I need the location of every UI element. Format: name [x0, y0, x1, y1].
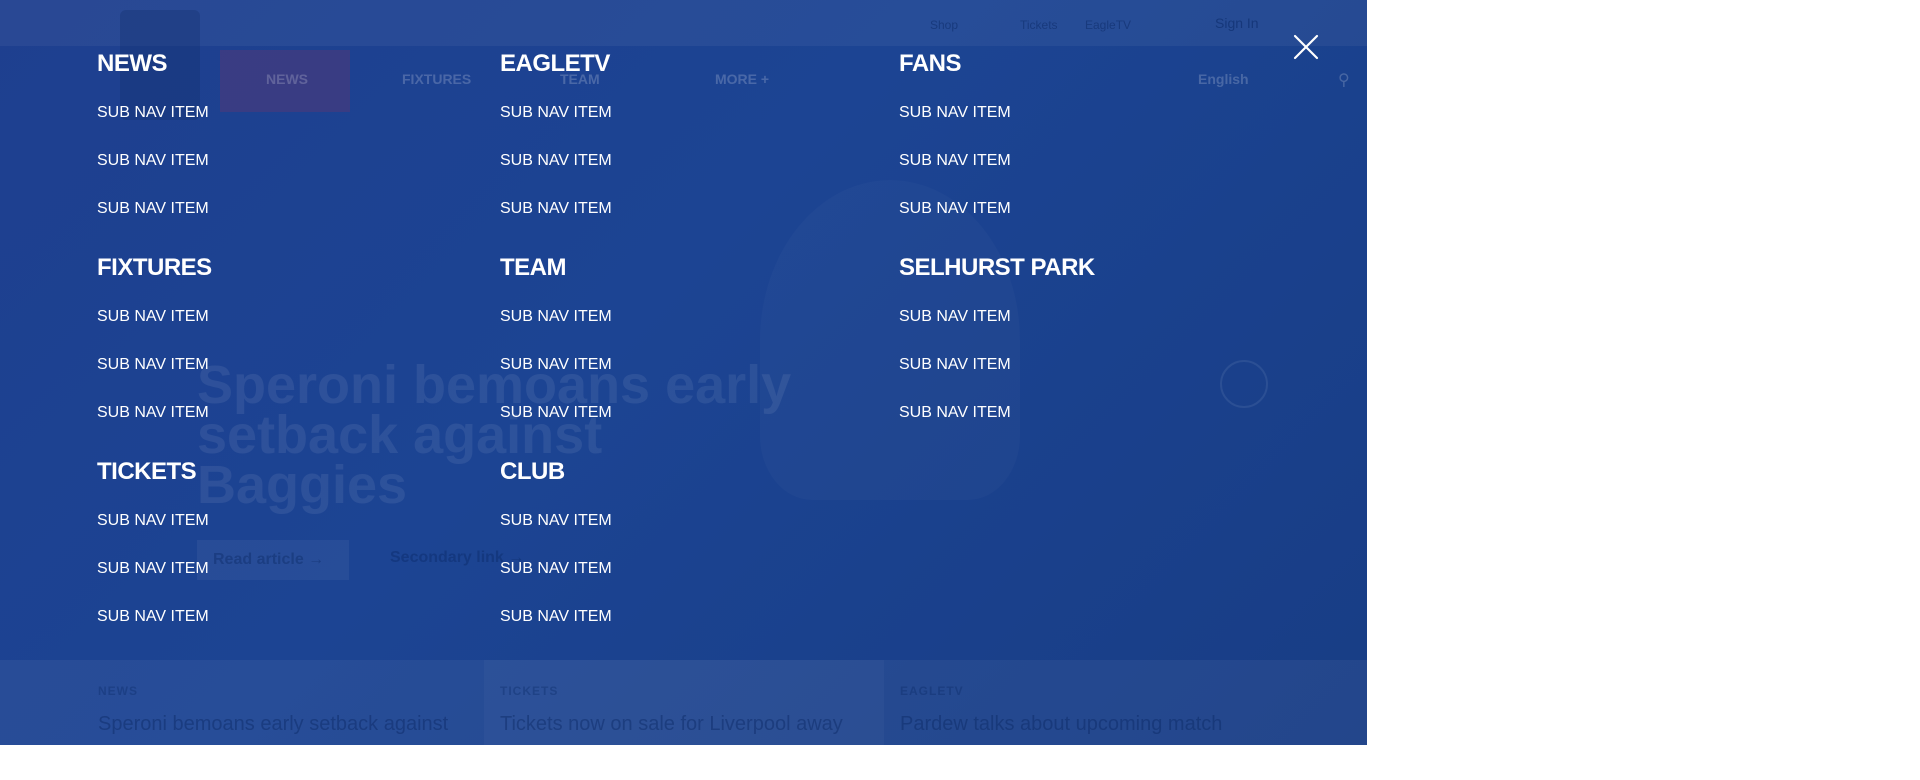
sub-nav-item[interactable]: SUB NAV ITEM: [500, 356, 612, 374]
sub-nav-item[interactable]: SUB NAV ITEM: [500, 152, 612, 170]
sub-nav-item[interactable]: SUB NAV ITEM: [97, 560, 209, 578]
site-area: Shop Tickets EagleTV Sign In NEWS FIXTUR…: [0, 0, 1367, 745]
sub-nav-item[interactable]: SUB NAV ITEM: [97, 512, 209, 530]
sub-nav-item[interactable]: SUB NAV ITEM: [97, 608, 209, 626]
mega-menu-overlay: NEWS SUB NAV ITEM SUB NAV ITEM SUB NAV I…: [0, 0, 1367, 745]
sub-nav-item[interactable]: SUB NAV ITEM: [500, 560, 612, 578]
section-title-fans: FANS: [899, 50, 962, 77]
sub-nav-item[interactable]: SUB NAV ITEM: [899, 356, 1011, 374]
sub-nav-item[interactable]: SUB NAV ITEM: [899, 152, 1011, 170]
sub-nav-item[interactable]: SUB NAV ITEM: [500, 308, 612, 326]
sub-nav-item[interactable]: SUB NAV ITEM: [97, 200, 209, 218]
section-title-selhurst-park: SELHURST PARK: [899, 254, 1095, 281]
sub-nav-item[interactable]: SUB NAV ITEM: [500, 104, 612, 122]
sub-nav-item[interactable]: SUB NAV ITEM: [899, 104, 1011, 122]
sub-nav-item[interactable]: SUB NAV ITEM: [899, 200, 1011, 218]
section-title-tickets: TICKETS: [97, 458, 197, 485]
section-title-news: NEWS: [97, 50, 168, 77]
section-title-eagletv: EAGLETV: [500, 50, 610, 77]
close-icon[interactable]: [1292, 33, 1320, 61]
section-title-fixtures: FIXTURES: [97, 254, 212, 281]
sub-nav-item[interactable]: SUB NAV ITEM: [899, 308, 1011, 326]
sub-nav-item[interactable]: SUB NAV ITEM: [500, 608, 612, 626]
sub-nav-item[interactable]: SUB NAV ITEM: [500, 404, 612, 422]
sub-nav-item[interactable]: SUB NAV ITEM: [97, 152, 209, 170]
sub-nav-item[interactable]: SUB NAV ITEM: [97, 104, 209, 122]
sub-nav-item[interactable]: SUB NAV ITEM: [500, 512, 612, 530]
sub-nav-item[interactable]: SUB NAV ITEM: [97, 308, 209, 326]
sub-nav-item[interactable]: SUB NAV ITEM: [899, 404, 1011, 422]
sub-nav-item[interactable]: SUB NAV ITEM: [97, 404, 209, 422]
sub-nav-item[interactable]: SUB NAV ITEM: [500, 200, 612, 218]
sub-nav-item[interactable]: SUB NAV ITEM: [97, 356, 209, 374]
section-title-team: TEAM: [500, 254, 567, 281]
section-title-club: CLUB: [500, 458, 565, 485]
